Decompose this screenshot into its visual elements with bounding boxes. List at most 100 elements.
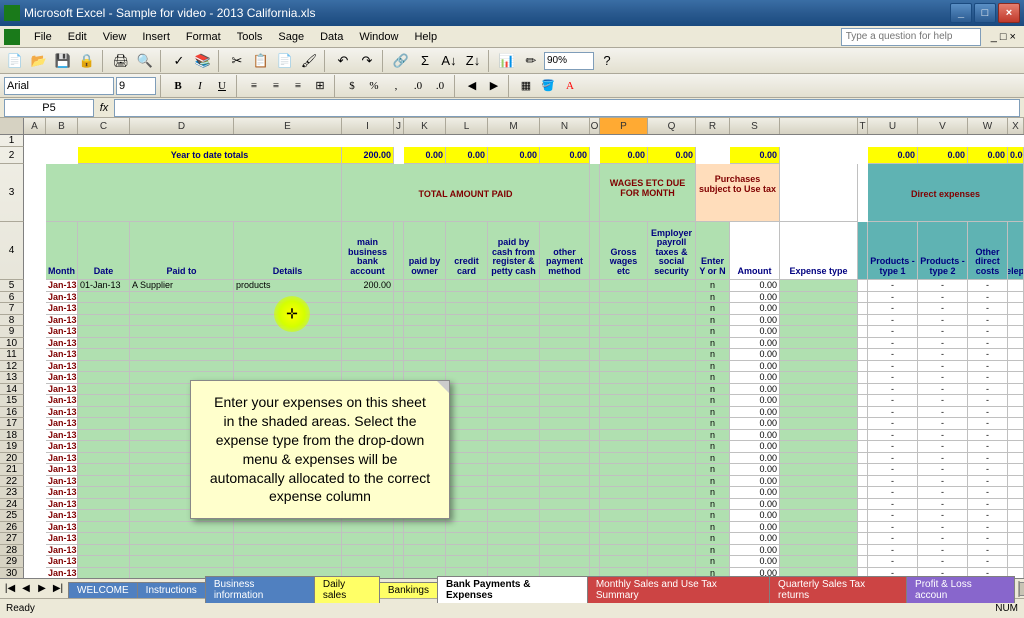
direct-section[interactable]: Direct expenses <box>868 164 1024 222</box>
cell[interactable] <box>404 545 446 557</box>
tab-welcome[interactable]: WELCOME <box>68 582 138 598</box>
tab-bank-payments[interactable]: Bank Payments & Expenses <box>437 576 588 603</box>
cell-date[interactable] <box>78 384 130 396</box>
cell[interactable] <box>540 338 590 350</box>
row-header-14[interactable]: 14 <box>0 384 24 396</box>
drawing-icon[interactable]: ✏ <box>520 50 542 72</box>
sep[interactable] <box>858 292 868 304</box>
cell-dash[interactable]: - <box>868 407 918 419</box>
tab-monthly[interactable]: Monthly Sales and Use Tax Summary <box>587 576 770 603</box>
cell-exptype[interactable] <box>780 464 858 476</box>
cell[interactable] <box>648 326 696 338</box>
cell-details[interactable] <box>234 326 342 338</box>
row-header-12[interactable]: 12 <box>0 361 24 373</box>
cell[interactable] <box>600 441 648 453</box>
cell-details[interactable]: products <box>234 280 342 292</box>
cell-exptype[interactable] <box>780 487 858 499</box>
cell-dash[interactable]: - <box>918 545 968 557</box>
sep[interactable] <box>590 395 600 407</box>
cell-dash[interactable]: - <box>918 292 968 304</box>
cell-exptype[interactable] <box>780 510 858 522</box>
cell-paidto[interactable] <box>130 349 234 361</box>
sep[interactable] <box>394 338 404 350</box>
cell-date[interactable] <box>78 338 130 350</box>
cell-date[interactable] <box>78 464 130 476</box>
col-header-X[interactable]: X <box>1008 118 1024 134</box>
cell-amt[interactable]: 0.00 <box>730 522 780 534</box>
cell-exptype[interactable] <box>780 453 858 465</box>
sep[interactable] <box>590 556 600 568</box>
cell[interactable] <box>600 453 648 465</box>
row-header-4[interactable]: 4 <box>0 222 24 280</box>
cell-amt[interactable]: 0.00 <box>730 545 780 557</box>
cell-amt[interactable]: 0.00 <box>730 510 780 522</box>
cell[interactable] <box>488 395 540 407</box>
cell-yn[interactable]: n <box>696 395 730 407</box>
close-button[interactable]: × <box>998 3 1020 23</box>
cell[interactable] <box>540 545 590 557</box>
cell-yn[interactable]: n <box>696 372 730 384</box>
sep[interactable] <box>590 292 600 304</box>
cell-exptype[interactable] <box>780 292 858 304</box>
cell-exptype[interactable] <box>780 418 858 430</box>
cell-month[interactable]: Jan-13 <box>46 349 78 361</box>
col-header-O[interactable]: O <box>590 118 600 134</box>
zoom-select[interactable] <box>544 52 594 70</box>
cell-details[interactable] <box>234 315 342 327</box>
horizontal-scrollbar[interactable] <box>1018 581 1020 597</box>
sep[interactable] <box>590 430 600 442</box>
row-header-7[interactable]: 7 <box>0 303 24 315</box>
sep[interactable] <box>394 349 404 361</box>
cell-dash[interactable]: - <box>968 418 1008 430</box>
new-icon[interactable]: 📄 <box>4 50 26 72</box>
cell-paidto[interactable] <box>130 338 234 350</box>
cell-details[interactable] <box>234 361 342 373</box>
cell-amt[interactable]: 0.00 <box>730 326 780 338</box>
cell[interactable] <box>404 326 446 338</box>
cell[interactable] <box>1008 487 1024 499</box>
cell[interactable] <box>404 292 446 304</box>
row-header-21[interactable]: 21 <box>0 464 24 476</box>
menu-sage[interactable]: Sage <box>270 29 312 45</box>
cell[interactable] <box>446 303 488 315</box>
cell[interactable] <box>648 464 696 476</box>
cell-dash[interactable]: - <box>868 464 918 476</box>
cell-yn[interactable]: n <box>696 487 730 499</box>
sep[interactable] <box>858 349 868 361</box>
menu-file[interactable]: File <box>26 29 60 45</box>
cell-month[interactable]: Jan-13 <box>46 303 78 315</box>
sep[interactable] <box>394 522 404 534</box>
cell[interactable] <box>600 280 648 292</box>
cell-dash[interactable]: - <box>968 361 1008 373</box>
cell-date[interactable] <box>78 372 130 384</box>
cell[interactable] <box>600 487 648 499</box>
cell[interactable] <box>600 407 648 419</box>
sep[interactable] <box>858 361 868 373</box>
cell-yn[interactable]: n <box>696 407 730 419</box>
cell-dash[interactable]: - <box>918 349 968 361</box>
col-header-E[interactable]: E <box>234 118 342 134</box>
cell-paidto[interactable] <box>130 361 234 373</box>
cell-exptype[interactable] <box>780 315 858 327</box>
cell-dash[interactable]: - <box>918 430 968 442</box>
cell[interactable] <box>648 349 696 361</box>
lbl-prod2[interactable]: Products - type 2 <box>918 222 968 280</box>
cell-amt-i[interactable] <box>342 556 394 568</box>
cell[interactable] <box>1008 533 1024 545</box>
purchases-section[interactable]: Purchases subject to Use tax <box>696 164 780 222</box>
cell[interactable] <box>648 361 696 373</box>
cell[interactable] <box>540 361 590 373</box>
cell[interactable] <box>488 430 540 442</box>
sep[interactable] <box>590 303 600 315</box>
cell-dash[interactable]: - <box>918 326 968 338</box>
row-header-15[interactable]: 15 <box>0 395 24 407</box>
lbl-credit[interactable]: credit card <box>446 222 488 280</box>
cell-yn[interactable]: n <box>696 533 730 545</box>
cell[interactable] <box>446 361 488 373</box>
tab-profit-loss[interactable]: Profit & Loss accoun <box>906 576 1015 603</box>
increase-indent-icon[interactable]: ▶ <box>484 76 504 96</box>
cell-dash[interactable]: - <box>968 510 1008 522</box>
row-header-6[interactable]: 6 <box>0 292 24 304</box>
sep[interactable] <box>858 522 868 534</box>
preview-icon[interactable]: 🔍 <box>134 50 156 72</box>
